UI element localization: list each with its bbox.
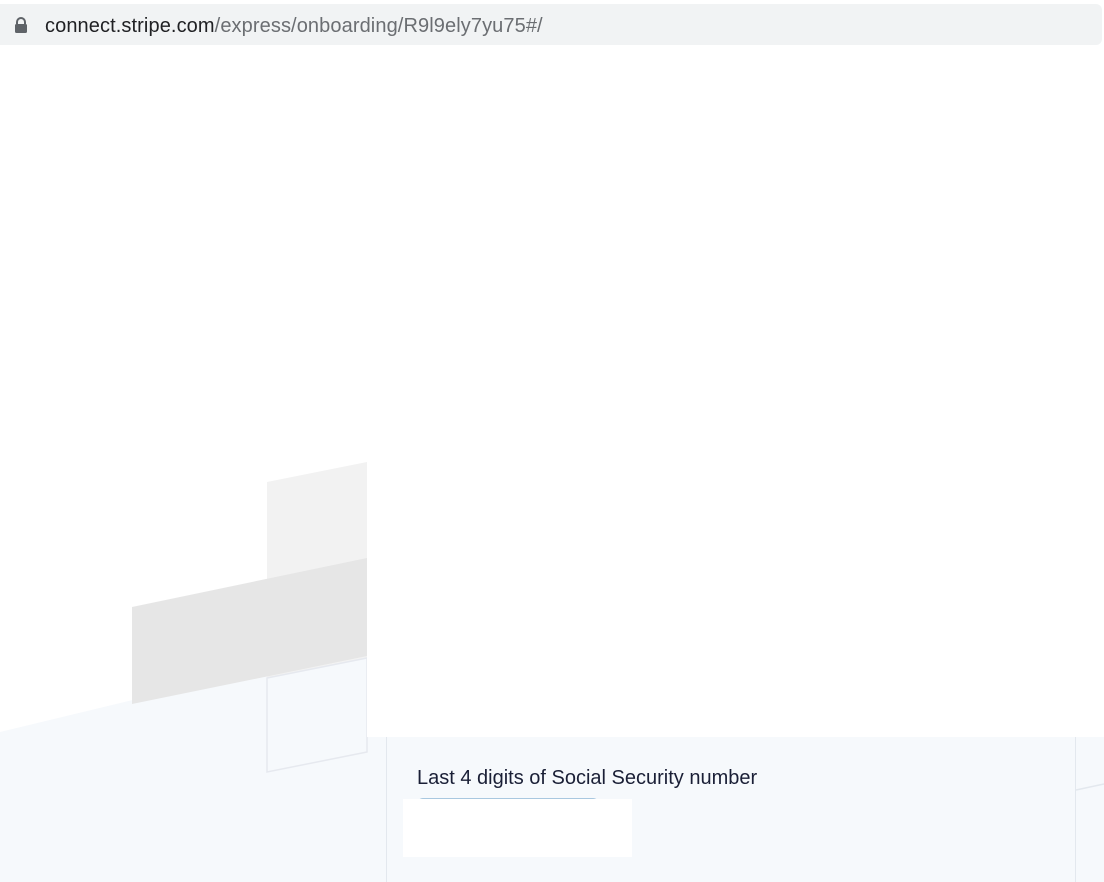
ssn-input[interactable] bbox=[403, 799, 632, 857]
address-bar[interactable]: connect.stripe.com/express/onboarding/R9… bbox=[0, 4, 1102, 45]
url-text[interactable]: connect.stripe.com/express/onboarding/R9… bbox=[45, 15, 543, 37]
bg-shape-outline-block bbox=[266, 657, 368, 773]
page-content: Last 4 digits of Social Security number bbox=[0, 46, 1104, 882]
lock-icon[interactable] bbox=[14, 17, 28, 33]
url-host: connect.stripe.com bbox=[45, 15, 215, 37]
blank-overlay bbox=[367, 46, 1104, 737]
ssn-label: Last 4 digits of Social Security number bbox=[417, 767, 758, 789]
url-path: /express/onboarding/R9l9ely7yu75#/ bbox=[214, 15, 543, 37]
